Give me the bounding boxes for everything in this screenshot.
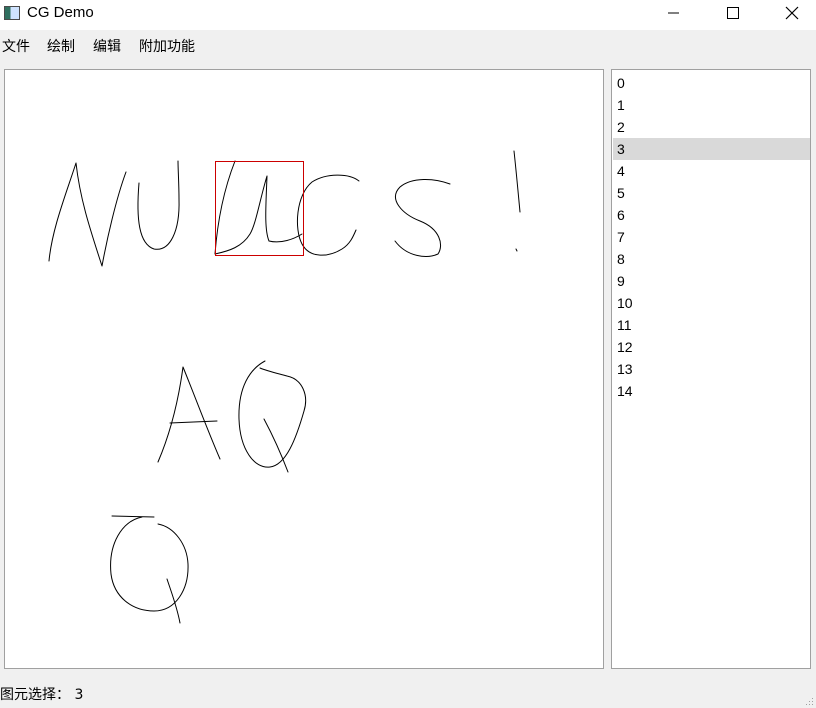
list-item[interactable]: 0 (613, 72, 810, 94)
list-item[interactable]: 5 (613, 182, 810, 204)
status-label: 图元选择： (0, 687, 70, 703)
status-bar: 图元选择： 3 (0, 680, 816, 708)
selection-box (215, 161, 304, 256)
primitive-list[interactable]: 0 1 2 3 4 5 6 7 8 9 10 11 12 13 14 (611, 69, 811, 669)
stroke-dot (515, 248, 518, 252)
minimize-icon (668, 12, 679, 14)
stroke-s (394, 179, 451, 257)
maximize-icon (727, 7, 739, 19)
close-icon (785, 6, 799, 20)
list-item[interactable]: 3 (613, 138, 810, 160)
list-item[interactable]: 8 (613, 248, 810, 270)
drawing-canvas[interactable] (4, 69, 604, 669)
maximize-button[interactable] (710, 0, 756, 30)
main-window: CG Demo 文件 绘制 编辑 附加功能 0 1 2 3 4 5 6 7 8 … (0, 0, 816, 708)
window-title: CG Demo (27, 4, 94, 21)
list-item[interactable]: 14 (613, 380, 810, 402)
list-item[interactable]: 2 (613, 116, 810, 138)
menu-bar: 文件 绘制 编辑 附加功能 (0, 32, 816, 58)
list-item[interactable]: 9 (613, 270, 810, 292)
list-item[interactable]: 10 (613, 292, 810, 314)
stroke-q (238, 360, 307, 468)
primitive-list-items: 0 1 2 3 4 5 6 7 8 9 10 11 12 13 14 (613, 72, 810, 402)
list-item[interactable]: 11 (613, 314, 810, 336)
close-button[interactable] (770, 0, 816, 30)
stroke-exclaim (513, 150, 521, 213)
stroke-u (137, 160, 180, 250)
stroke-c (296, 174, 360, 256)
menu-extra[interactable]: 附加功能 (139, 36, 195, 56)
stroke-q2-tail (166, 578, 181, 624)
stroke-n (48, 162, 127, 267)
minimize-button[interactable] (650, 0, 696, 30)
stroke-q2-top (111, 515, 155, 518)
status-text: 图元选择： 3 (0, 684, 83, 704)
status-value: 3 (74, 687, 84, 703)
list-item[interactable]: 7 (613, 226, 810, 248)
menu-file[interactable]: 文件 (2, 36, 30, 56)
title-bar[interactable]: CG Demo (0, 0, 816, 30)
list-item[interactable]: 1 (613, 94, 810, 116)
menu-draw[interactable]: 绘制 (47, 36, 75, 56)
menu-edit[interactable]: 编辑 (93, 36, 121, 56)
resize-grip-icon[interactable] (804, 696, 814, 706)
stroke-w (214, 160, 303, 255)
stroke-q2 (110, 516, 189, 612)
list-item[interactable]: 12 (613, 336, 810, 358)
app-icon (4, 6, 20, 20)
list-item[interactable]: 4 (613, 160, 810, 182)
stroke-a-bar (169, 420, 218, 424)
list-item[interactable]: 6 (613, 204, 810, 226)
canvas-drawing (48, 150, 521, 624)
stroke-q-tail (263, 418, 289, 473)
list-item[interactable]: 13 (613, 358, 810, 380)
stroke-a (157, 366, 221, 463)
